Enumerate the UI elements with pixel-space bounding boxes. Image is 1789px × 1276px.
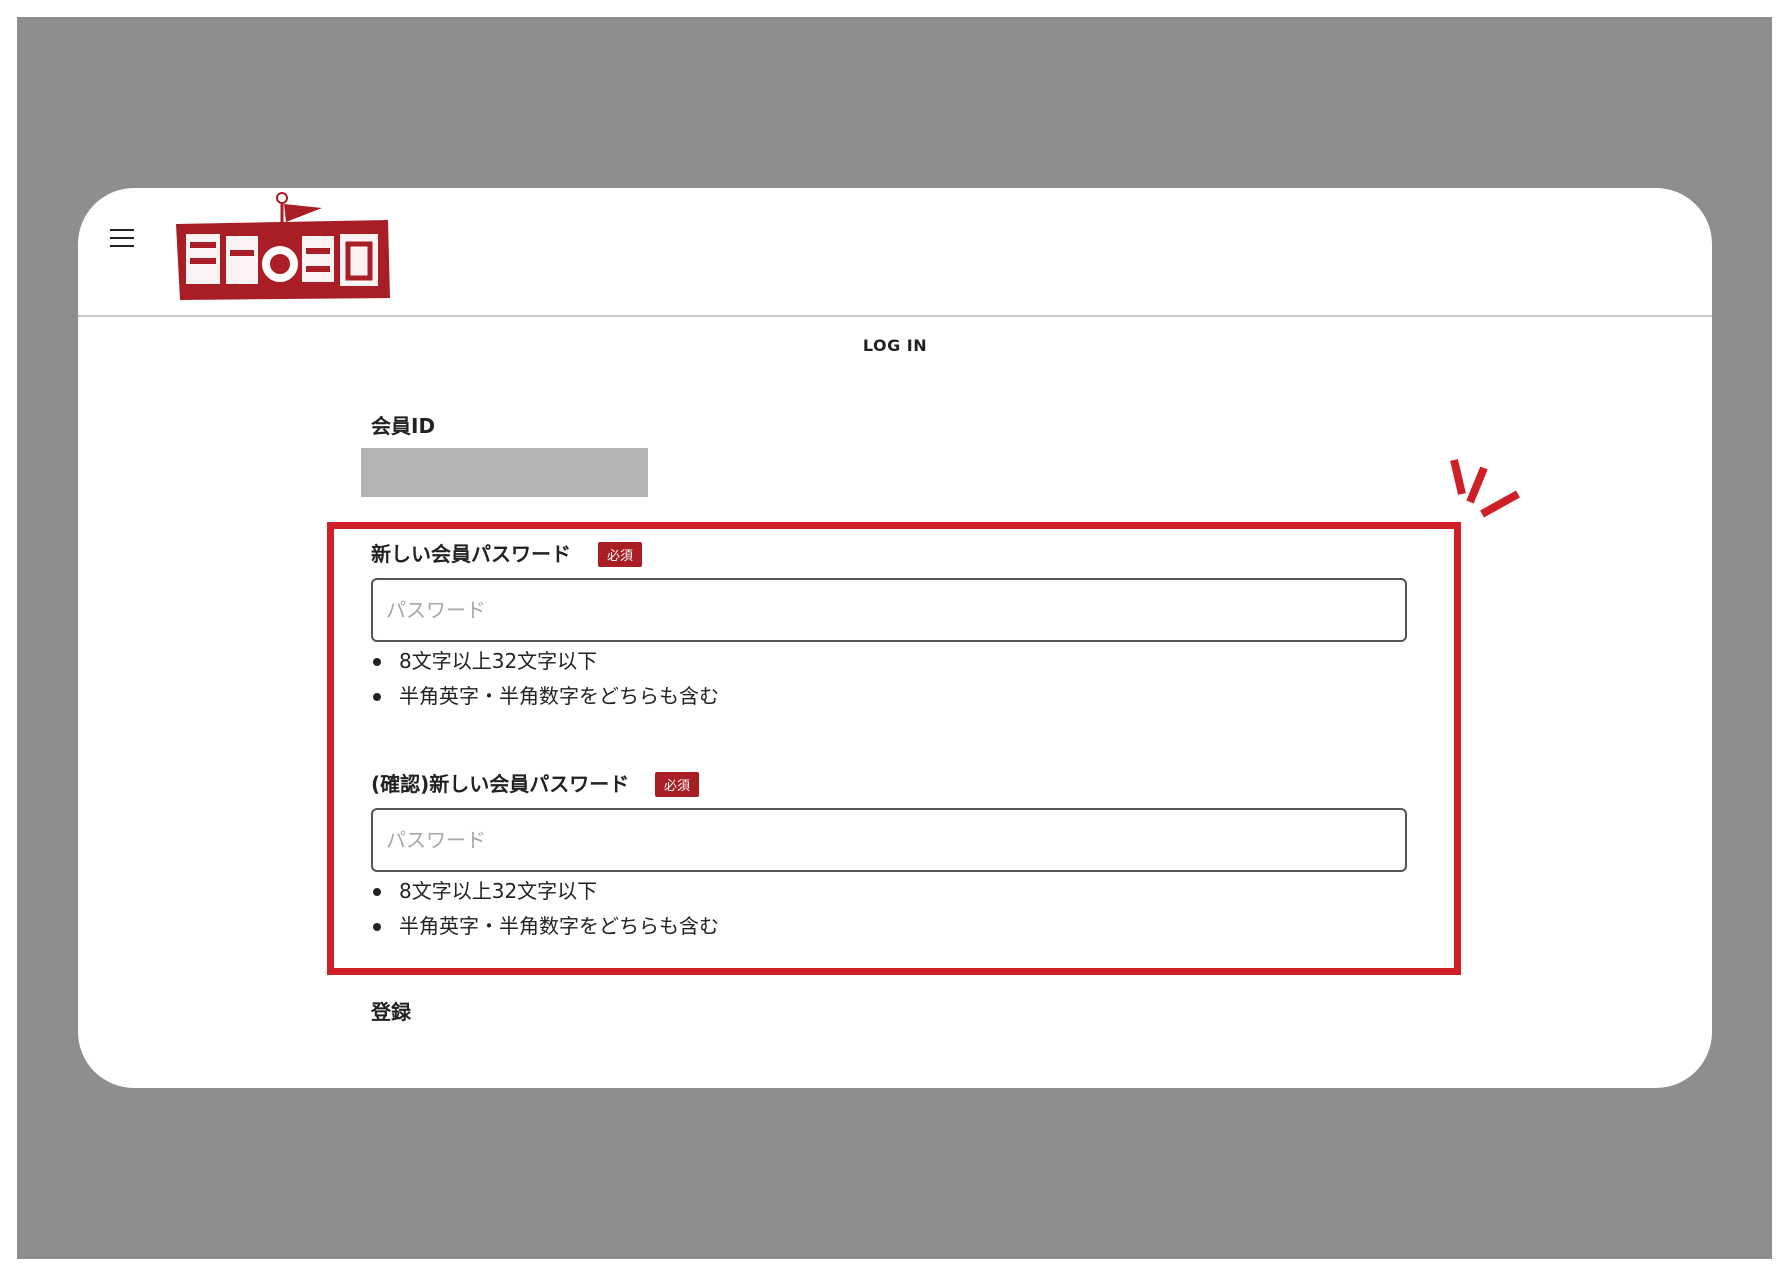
new-password-label: 新しい会員パスワード [371, 542, 571, 566]
login-card: LOG IN 会員ID 新しい会員パスワード 必須 8文字以上32文字以下 半角… [78, 188, 1712, 1088]
site-header [78, 188, 1712, 317]
gyoza-kingdom-logo[interactable] [174, 188, 422, 302]
member-id-label: 会員ID [371, 414, 436, 438]
confirm-password-input[interactable] [371, 808, 1407, 872]
rule-length: 8文字以上32文字以下 [371, 644, 719, 679]
hamburger-menu-icon[interactable] [110, 226, 134, 250]
required-badge: 必須 [655, 772, 700, 797]
member-id-value-redacted [361, 448, 648, 497]
attention-marks-icon [1450, 459, 1520, 518]
register-button[interactable]: 登録 [371, 996, 411, 1025]
confirm-password-rules: 8文字以上32文字以下 半角英字・半角数字をどちらも含む [371, 874, 719, 944]
new-password-input[interactable] [371, 578, 1407, 642]
required-badge: 必須 [598, 542, 643, 567]
rule-alphanumeric: 半角英字・半角数字をどちらも含む [371, 679, 719, 714]
rule-length: 8文字以上32文字以下 [371, 874, 719, 909]
new-password-rules: 8文字以上32文字以下 半角英字・半角数字をどちらも含む [371, 644, 719, 714]
rule-alphanumeric: 半角英字・半角数字をどちらも含む [371, 909, 719, 944]
confirm-password-label: (確認)新しい会員パスワード [371, 772, 630, 796]
page-title: LOG IN [862, 336, 928, 355]
